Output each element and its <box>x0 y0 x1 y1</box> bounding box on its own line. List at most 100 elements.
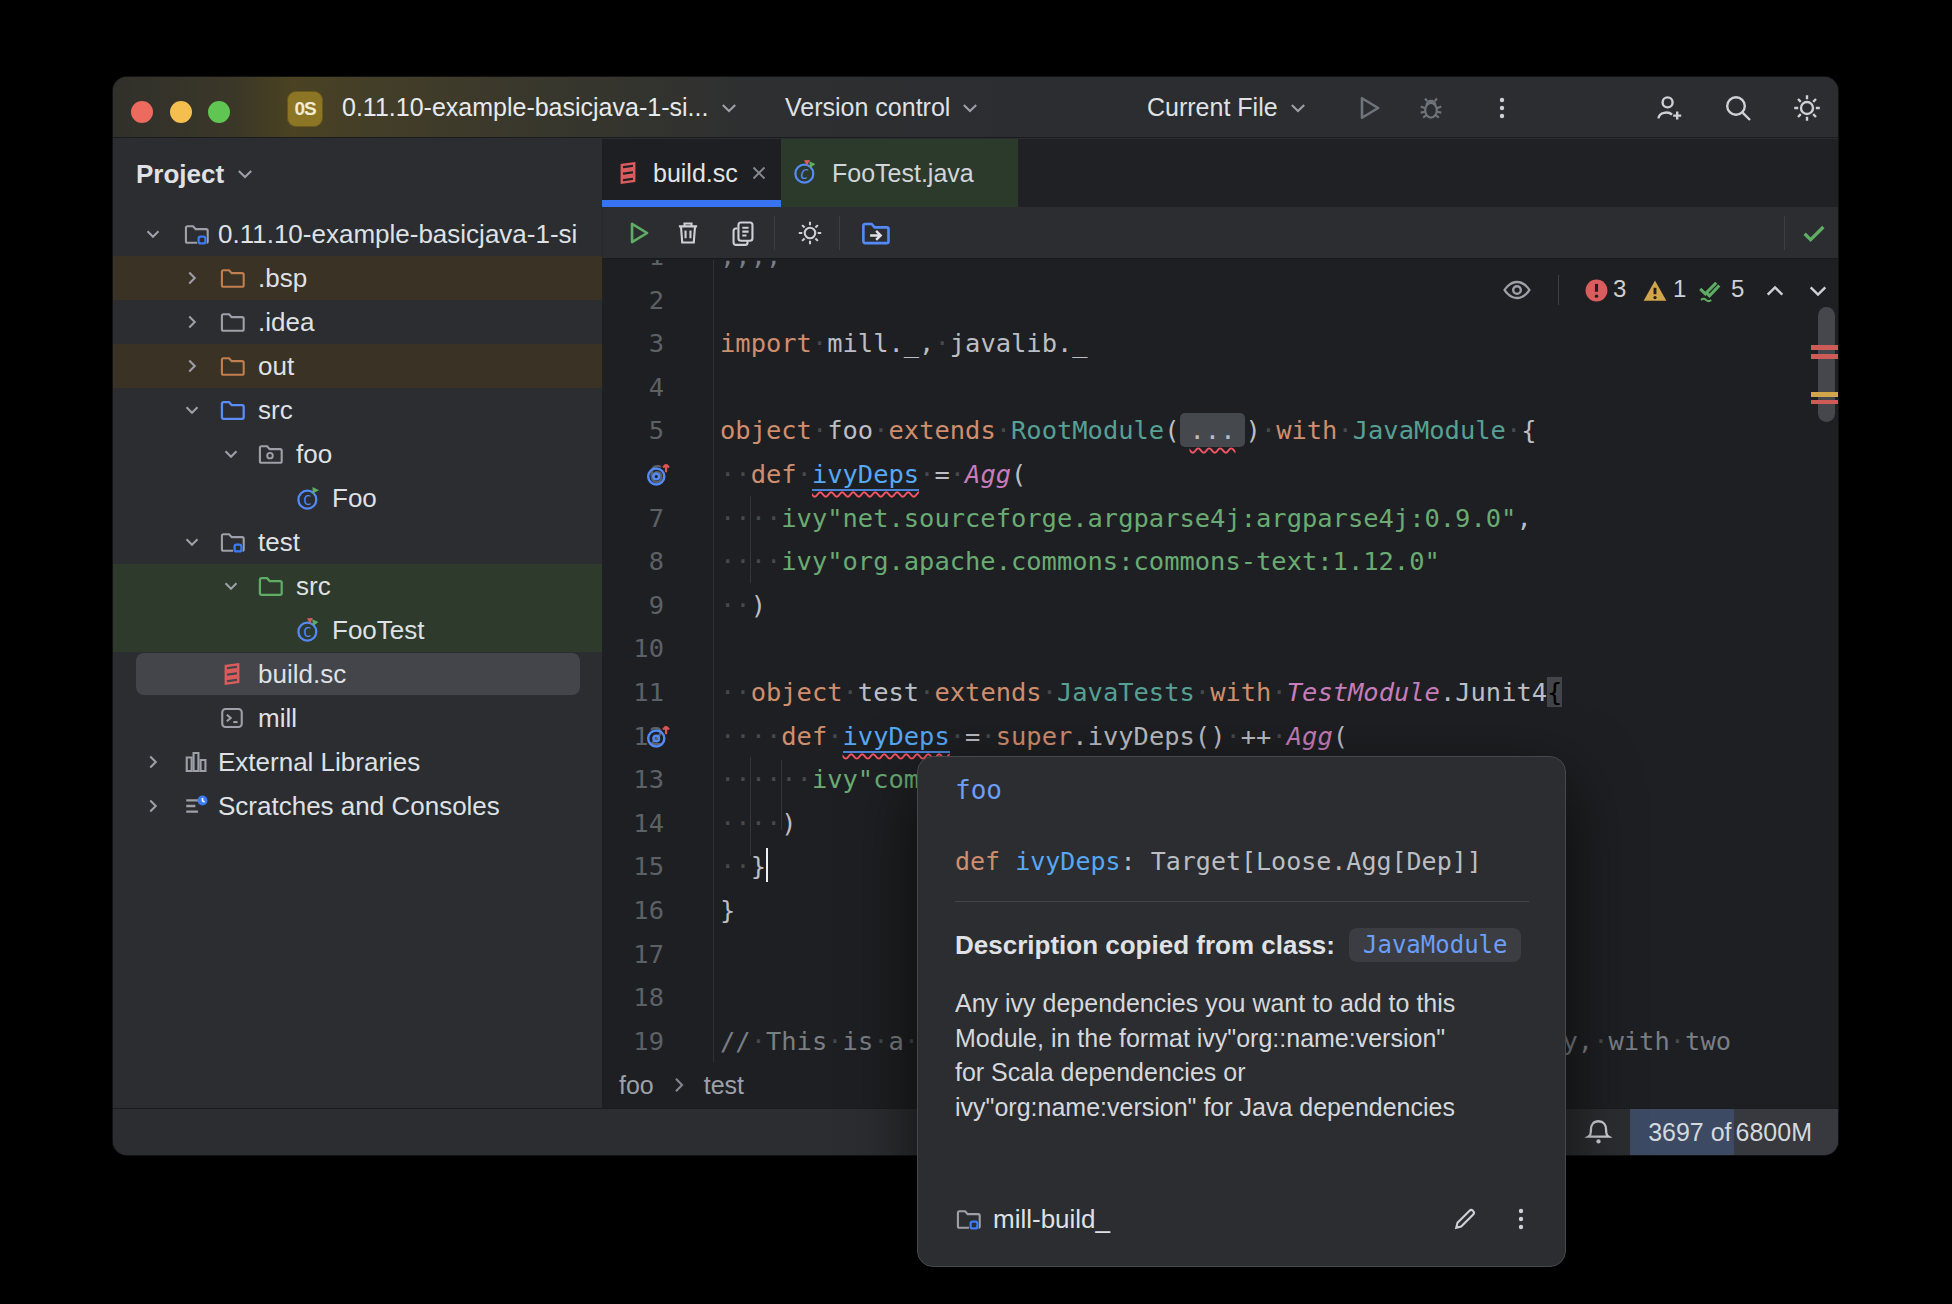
tab-build-sc[interactable]: build.sc <box>602 139 781 207</box>
next-problem-button[interactable] <box>1805 278 1831 304</box>
settings-button[interactable] <box>1791 92 1823 124</box>
svg-text:C: C <box>303 492 311 508</box>
breadcrumb-item[interactable]: test <box>704 1071 744 1100</box>
tree-item-label: mill <box>258 696 297 740</box>
doc-description-label: Description copied from class: <box>955 930 1335 961</box>
tree-item--bsp[interactable]: .bsp <box>113 256 602 300</box>
project-panel-title: Project <box>136 159 224 190</box>
debug-button[interactable] <box>1415 92 1447 124</box>
tree-item-label: .bsp <box>258 256 307 300</box>
copy-button[interactable] <box>728 218 758 248</box>
reader-mode-icon[interactable] <box>1501 274 1533 306</box>
chevron-down-icon[interactable] <box>220 575 242 597</box>
breadcrumb-item[interactable]: foo <box>619 1071 654 1100</box>
error-stripe[interactable] <box>1811 354 1838 359</box>
run-configuration-label: Current File <box>1147 93 1278 122</box>
close-window-button[interactable] <box>131 101 153 123</box>
error-count: 3 <box>1613 275 1626 303</box>
override-gutter-icon[interactable] <box>644 460 672 488</box>
file-scala-icon <box>219 661 245 687</box>
line-number: 11 <box>602 670 664 714</box>
notifications-bell-icon[interactable] <box>1583 1117 1614 1148</box>
doc-module-name: mill-build_ <box>993 1204 1110 1235</box>
chevron-right-icon[interactable] <box>181 267 203 289</box>
project-title-widget[interactable]: 0.11.10-example-basicjava-1-si... <box>342 77 740 138</box>
chevron-right-icon[interactable] <box>181 355 203 377</box>
tree-item-test[interactable]: test <box>113 520 602 564</box>
tree-item-label: Foo <box>332 476 377 520</box>
memory-used: 3697 of <box>1648 1118 1731 1147</box>
doc-more-button[interactable] <box>1507 1205 1535 1233</box>
chevron-down-icon <box>234 163 256 185</box>
run-button[interactable] <box>1352 92 1384 124</box>
line-number: 10 <box>602 626 664 670</box>
tree-item--idea[interactable]: .idea <box>113 300 602 344</box>
override-gutter-icon[interactable] <box>644 722 672 750</box>
edit-icon[interactable] <box>1451 1205 1479 1233</box>
chevron-down-icon[interactable] <box>181 399 203 421</box>
chevron-down-icon <box>718 97 740 119</box>
tree-item-foo[interactable]: C Foo <box>113 476 602 520</box>
passed-icon <box>1696 277 1723 304</box>
tree-item-src[interactable]: src <box>113 564 602 608</box>
commit-check-icon[interactable] <box>1799 218 1829 248</box>
delete-button[interactable] <box>673 218 703 248</box>
chevron-right-icon[interactable] <box>181 311 203 333</box>
more-actions-button[interactable] <box>1486 92 1518 124</box>
tree-item-label: External Libraries <box>218 740 420 784</box>
svg-text:C: C <box>303 624 311 640</box>
project-panel-header[interactable]: Project <box>136 154 256 194</box>
folder-icon <box>219 309 245 335</box>
tab-footest-java[interactable]: C FooTest.java <box>781 139 1018 207</box>
tree-item-scratches-and-consoles[interactable]: Scratches and Consoles <box>113 784 602 828</box>
prev-problem-button[interactable] <box>1762 278 1788 304</box>
folder-module-icon <box>183 221 209 247</box>
tree-item-src[interactable]: src <box>113 388 602 432</box>
doc-symbol-link[interactable]: foo <box>955 775 1002 805</box>
chevron-right-icon[interactable] <box>142 751 164 773</box>
warning-stripe[interactable] <box>1811 392 1838 397</box>
scratches-icon <box>183 793 209 819</box>
chevron-down-icon <box>959 97 981 119</box>
chevron-down-icon[interactable] <box>181 531 203 553</box>
project-title: 0.11.10-example-basicjava-1-si... <box>342 93 708 122</box>
chevron-right-icon[interactable] <box>142 795 164 817</box>
memory-indicator[interactable]: 3697 of 6800M <box>1630 1109 1838 1155</box>
tree-item-0-11-10-example-basicjava-1-si[interactable]: 0.11.10-example-basicjava-1-si <box>113 212 602 256</box>
run-configuration-widget[interactable]: Current File <box>1147 77 1309 138</box>
error-stripe[interactable] <box>1811 400 1838 404</box>
doc-class-chip[interactable]: JavaModule <box>1349 928 1522 962</box>
run-script-button[interactable] <box>623 218 653 248</box>
project-tool-window: Project 0.11.10-example-basicjava-1-si.b… <box>113 139 602 1108</box>
search-everywhere-button[interactable] <box>1722 92 1754 124</box>
code-with-me-button[interactable] <box>1654 92 1686 124</box>
line-number: 2 <box>602 278 664 322</box>
passed-count: 5 <box>1731 275 1744 303</box>
tree-item-external-libraries[interactable]: External Libraries <box>113 740 602 784</box>
tree-item-foo[interactable]: foo <box>113 432 602 476</box>
terminal-icon <box>219 705 245 731</box>
warning-count: 1 <box>1673 275 1686 303</box>
move-to-module-button[interactable] <box>860 218 890 248</box>
error-stripe[interactable] <box>1811 345 1838 350</box>
close-tab-icon[interactable] <box>748 162 770 184</box>
tab-label: FooTest.java <box>832 159 974 188</box>
line-number: 8 <box>602 539 664 583</box>
tree-item-out[interactable]: out <box>113 344 602 388</box>
line-number: 7 <box>602 496 664 540</box>
editor-scrollbar[interactable] <box>1818 307 1835 422</box>
folder-excluded-icon <box>219 265 245 291</box>
chevron-down-icon[interactable] <box>220 443 242 465</box>
minimize-window-button[interactable] <box>170 101 192 123</box>
zoom-window-button[interactable] <box>208 101 230 123</box>
line-number: 4 <box>602 365 664 409</box>
tree-item-label: .idea <box>258 300 314 344</box>
vcs-widget[interactable]: Version control <box>785 77 981 138</box>
tree-item-mill[interactable]: mill <box>113 696 602 740</box>
tree-item-build-sc[interactable]: build.sc <box>113 652 602 696</box>
tree-item-footest[interactable]: CFooTest <box>113 608 602 652</box>
folder-module-icon <box>219 529 245 555</box>
script-settings-button[interactable] <box>795 218 825 248</box>
chevron-down-icon[interactable] <box>142 223 164 245</box>
editor-tab-bar: build.sc C FooTest.java <box>602 139 1838 207</box>
